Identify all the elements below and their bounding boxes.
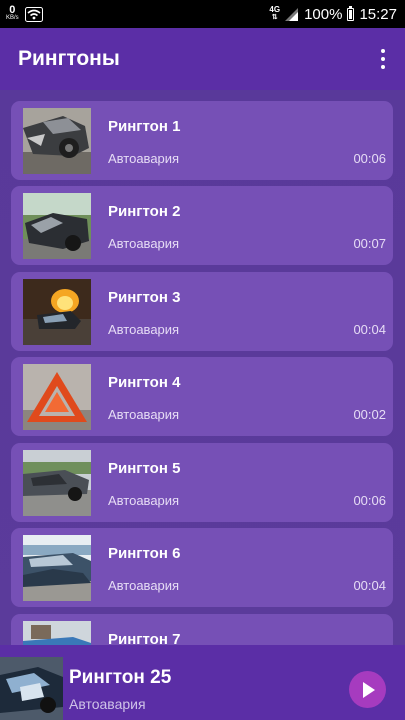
ringtone-duration: 00:06: [353, 151, 386, 166]
now-playing-category: Автоавария: [69, 696, 146, 712]
ringtone-list[interactable]: Рингтон 1 Автоавария 00:06 Рингтон 2 Авт…: [0, 90, 405, 645]
ringtone-thumbnail: [23, 279, 91, 345]
ringtone-duration: 00:04: [353, 578, 386, 593]
play-button[interactable]: [349, 671, 386, 708]
wifi-icon: [24, 6, 43, 22]
ringtone-thumbnail: [23, 193, 91, 259]
ringtone-category: Автоавария: [108, 151, 180, 166]
ringtone-name: Рингтон 4: [108, 374, 181, 391]
battery-percent: 100%: [304, 5, 343, 23]
now-playing-thumbnail: [0, 657, 63, 720]
ringtone-item[interactable]: Рингтон 1 Автоавария 00:06: [11, 101, 393, 180]
ringtone-item[interactable]: Рингтон 3 Автоавария 00:04: [11, 272, 393, 351]
ringtone-name: Рингтон 5: [108, 460, 181, 477]
now-playing-title: Рингтон 25: [69, 667, 172, 688]
ringtone-category: Автоавария: [108, 236, 180, 251]
data-speed-value: 0: [9, 4, 16, 16]
ringtone-name: Рингтон 3: [108, 289, 181, 306]
ringtone-name: Рингтон 6: [108, 545, 181, 562]
ringtone-item[interactable]: Рингтон 7: [11, 614, 393, 645]
ringtone-duration: 00:02: [353, 407, 386, 422]
more-options-icon[interactable]: [377, 43, 389, 75]
status-bar: 0 KB/s 4G ⇅ 100% 15:27: [0, 0, 405, 28]
network-type-label: 4G: [269, 5, 281, 14]
ringtone-duration: 00:07: [353, 236, 386, 251]
page-title: Рингтоны: [18, 47, 120, 70]
ringtone-category: Автоавария: [108, 322, 180, 337]
ringtone-thumbnail: [23, 108, 91, 174]
ringtone-duration: 00:04: [353, 322, 386, 337]
play-icon: [363, 681, 375, 698]
clock: 15:27: [359, 5, 397, 23]
ringtone-name: Рингтон 1: [108, 118, 181, 135]
ringtone-item[interactable]: Рингтон 6 Автоавария 00:04: [11, 528, 393, 607]
ringtone-thumbnail: [23, 621, 91, 645]
ringtone-thumbnail: [23, 535, 91, 601]
ringtone-name: Рингтон 2: [108, 203, 181, 220]
data-speed-indicator: 0 KB/s: [6, 4, 19, 22]
ringtone-thumbnail: [23, 364, 91, 430]
network-type: 4G ⇅: [269, 5, 281, 22]
signal-icon: [285, 7, 299, 21]
data-speed-unit: KB/s: [6, 15, 19, 21]
now-playing-bar[interactable]: Рингтон 25 Автоавария: [0, 645, 405, 720]
app-bar: Рингтоны: [0, 28, 405, 90]
ringtone-name: Рингтон 7: [108, 631, 181, 645]
ringtone-category: Автоавария: [108, 407, 180, 422]
ringtone-item[interactable]: Рингтон 4 Автоавария 00:02: [11, 357, 393, 436]
ringtone-category: Автоавария: [108, 578, 180, 593]
ringtone-category: Автоавария: [108, 493, 180, 508]
ringtone-item[interactable]: Рингтон 5 Автоавария 00:06: [11, 443, 393, 522]
ringtone-duration: 00:06: [353, 493, 386, 508]
ringtone-thumbnail: [23, 450, 91, 516]
ringtone-item[interactable]: Рингтон 2 Автоавария 00:07: [11, 186, 393, 265]
battery-icon: [347, 5, 355, 21]
